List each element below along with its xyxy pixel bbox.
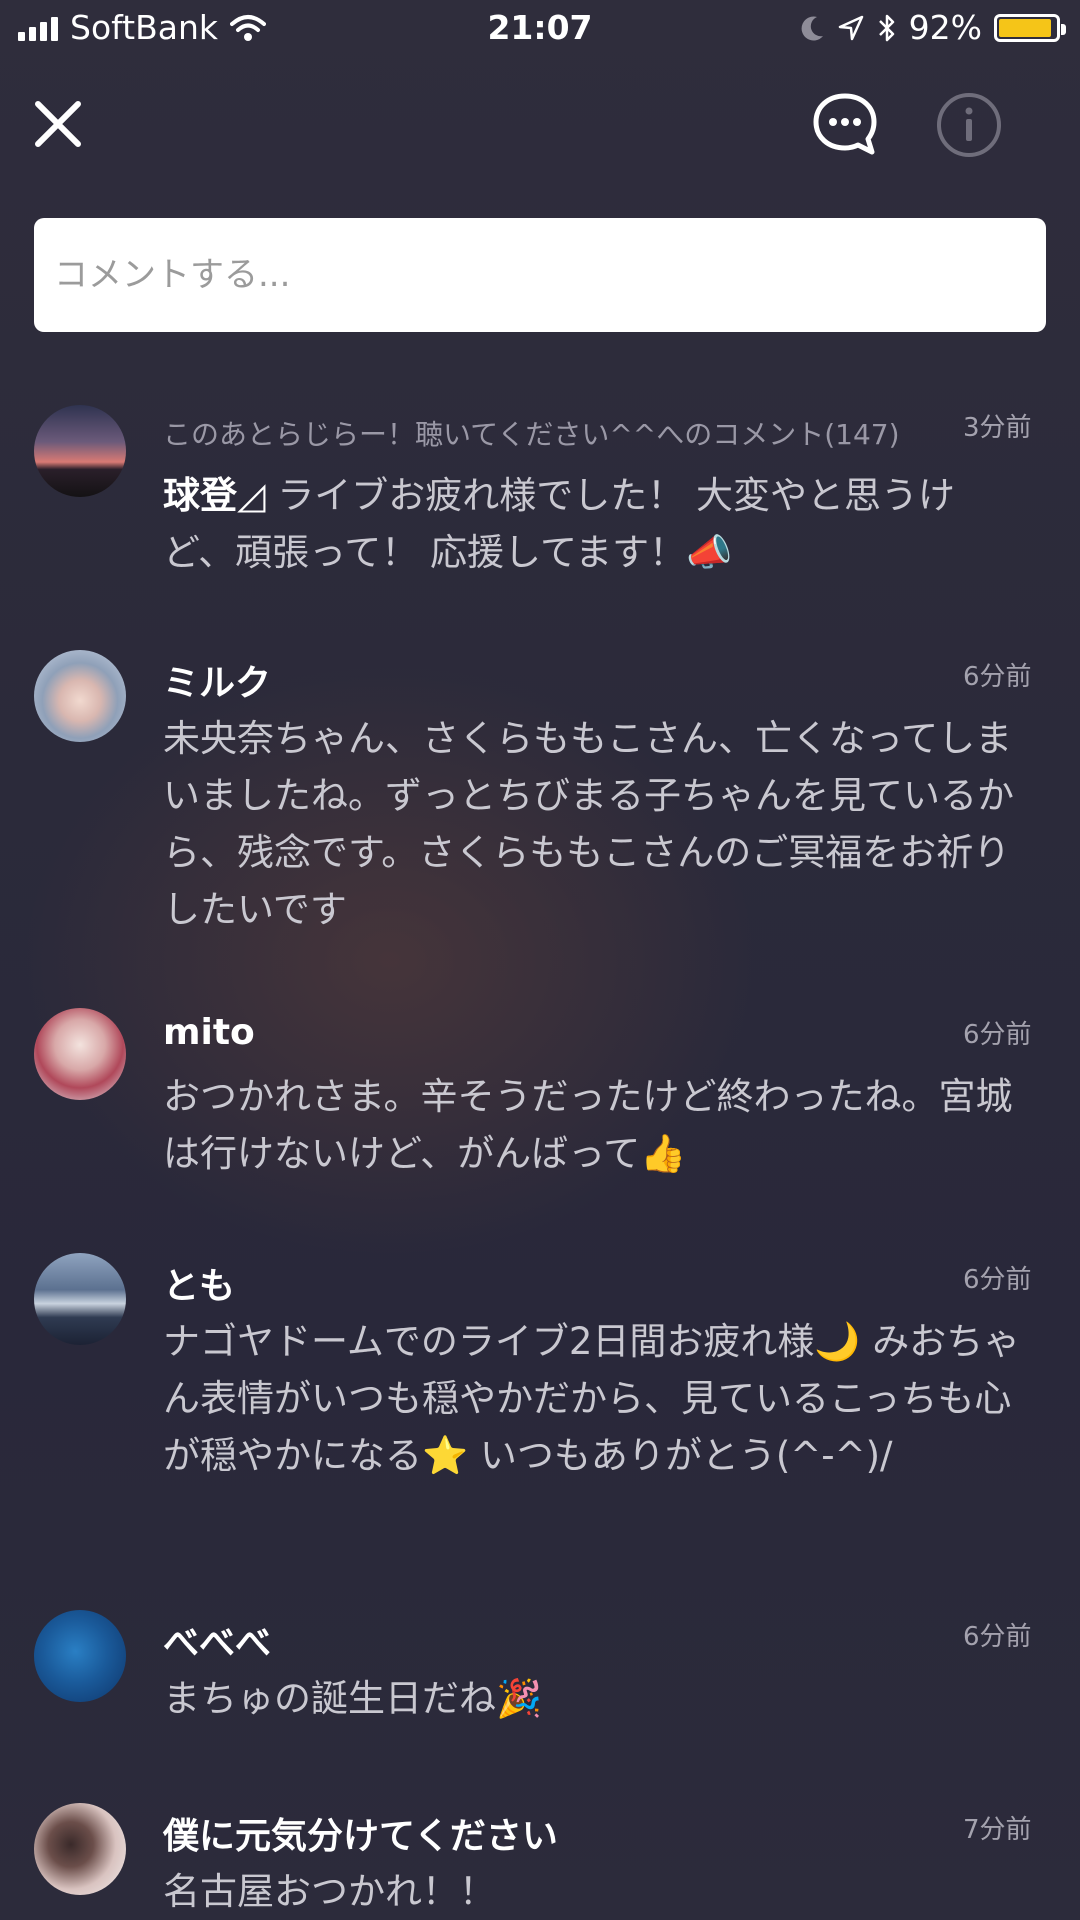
status-left: SoftBank: [18, 8, 267, 47]
post-reference[interactable]: このあとらじらー！聴いてください^^へのコメント(147): [163, 413, 900, 453]
comment-time: 6分前: [963, 1265, 1032, 1295]
comment-body: ナゴヤドームでのライブ2日間お疲れ様🌙 みおちゃん表情がいつも穏やかだから、見て…: [163, 1320, 1021, 1477]
comment-time: 6分前: [963, 1020, 1032, 1050]
location-arrow-icon: [838, 15, 863, 40]
comment-body: 球登◿ ライブお疲れ様でした！ 大変やと思うけど、頑張って！ 応援してます！📣: [163, 467, 1023, 581]
wifi-icon: [230, 14, 267, 41]
info-icon: [937, 93, 1001, 157]
avatar[interactable]: [34, 405, 126, 497]
comment-time: 6分前: [963, 1622, 1032, 1652]
comment-header: 僕に元気分けてください: [163, 1803, 963, 1857]
comment-time: 3分前: [963, 413, 1032, 443]
chat-button[interactable]: [810, 90, 880, 160]
avatar[interactable]: [34, 1803, 126, 1895]
close-button[interactable]: [28, 94, 88, 154]
carrier-name: SoftBank: [70, 8, 219, 47]
comment-body: まちゅの誕生日だね🎉: [163, 1677, 543, 1720]
comment-header: とも: [163, 1253, 963, 1307]
comment-body: 名古屋おつかれ！！: [163, 1870, 496, 1913]
comment-body: 未央奈ちゃん、さくらももこさん、亡くなってしまいましたね。ずっとちびまる子ちゃん…: [163, 717, 1014, 931]
battery-percent: 92%: [908, 8, 982, 47]
comment-author[interactable]: mito: [163, 1012, 255, 1053]
avatar[interactable]: [34, 650, 126, 742]
comment-author[interactable]: 球登◿: [163, 474, 265, 517]
info-button[interactable]: [934, 90, 1004, 160]
comment-time: 7分前: [963, 1815, 1032, 1845]
battery-icon: [994, 13, 1066, 42]
chat-bubble-ellipsis-icon: [813, 93, 877, 155]
comment-time: 6分前: [963, 662, 1032, 692]
comment-header: べべべ: [163, 1610, 963, 1664]
comment-author[interactable]: べべべ: [163, 1614, 271, 1666]
moon-icon: [801, 16, 823, 41]
comment-header: mito: [163, 1008, 963, 1058]
avatar[interactable]: [34, 1253, 126, 1345]
comment-author[interactable]: ミルク: [163, 654, 271, 706]
status-right: 92%: [799, 8, 1066, 47]
comment-text: ライブお疲れ様でした！ 大変やと思うけど、頑張って！ 応援してます！📣: [163, 474, 955, 574]
avatar[interactable]: [34, 1610, 126, 1702]
close-icon: [35, 101, 81, 147]
comment-body: おつかれさま。辛そうだったけど終わったね。宮城は行けないけど、がんばって👍: [163, 1075, 1013, 1175]
status-bar: SoftBank 21:07 92%: [0, 0, 1080, 58]
comment-input[interactable]: [52, 254, 1028, 296]
comment-header: ミルク: [163, 650, 963, 704]
comment-input-box[interactable]: [34, 218, 1046, 332]
avatar[interactable]: [34, 1008, 126, 1100]
signal-strength-icon: [18, 15, 58, 41]
bluetooth-icon: [878, 14, 894, 41]
top-bar: [0, 70, 1080, 180]
comment-header: このあとらじらー！聴いてください^^へのコメント(147): [163, 405, 963, 455]
comment-author[interactable]: 僕に元気分けてください: [163, 1807, 558, 1859]
comment-author[interactable]: とも: [163, 1257, 235, 1309]
